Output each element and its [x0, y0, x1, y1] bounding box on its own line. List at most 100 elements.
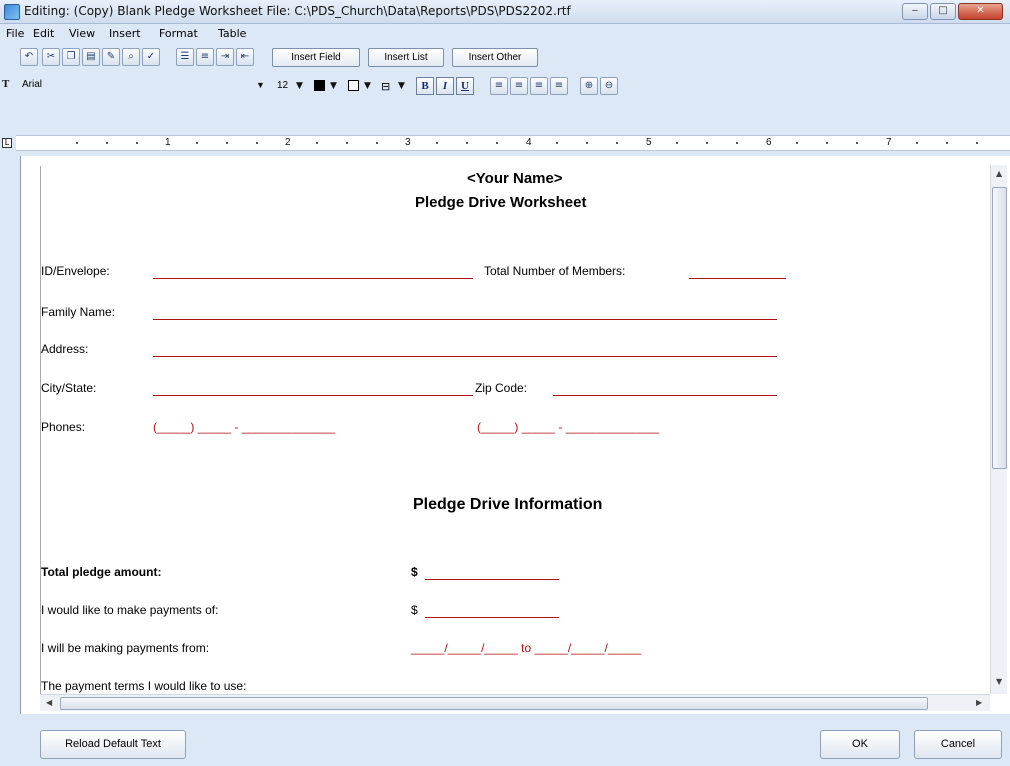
justify-icon[interactable]: ≡ — [550, 77, 568, 95]
numbered-list-icon[interactable]: ≡ — [196, 48, 214, 66]
bullet-list-icon[interactable]: ☰ — [176, 48, 194, 66]
vertical-scroll-thumb[interactable] — [992, 187, 1007, 469]
ruler-num-5: 5 — [646, 137, 652, 148]
close-button[interactable]: ✕ — [958, 3, 1003, 20]
document-page[interactable]: <Your Name> Pledge Drive Worksheet ID/En… — [40, 166, 982, 694]
ruler-tick — [976, 142, 978, 144]
ruler-tick — [106, 142, 108, 144]
cut-icon[interactable]: ✂ — [42, 48, 60, 66]
align-left-icon[interactable]: ≡ — [490, 77, 508, 95]
total-members-label: Total Number of Members: — [484, 264, 626, 278]
insert-other-button[interactable]: Insert Other — [452, 48, 538, 67]
highlight-dropdown-icon[interactable]: ▼ — [364, 81, 371, 91]
ruler-num-1: 1 — [165, 137, 171, 148]
ruler-tick — [436, 142, 438, 144]
ruler-tick — [676, 142, 678, 144]
total-pledge-label: Total pledge amount: — [41, 565, 162, 579]
payments-of-label: I would like to make payments of: — [41, 603, 219, 617]
cancel-button[interactable]: Cancel — [914, 730, 1002, 759]
tab-stop-selector[interactable]: L — [2, 138, 12, 148]
your-name-placeholder: <Your Name> — [467, 170, 563, 187]
undo-icon[interactable]: ↶ — [20, 48, 38, 66]
city-state-label: City/State: — [41, 381, 97, 395]
horizontal-scrollbar[interactable]: ◀ ▶ — [40, 694, 990, 711]
family-name-label: Family Name: — [41, 305, 116, 319]
spellcheck-icon[interactable]: ✓ — [142, 48, 160, 66]
ruler-tick — [76, 142, 78, 144]
zoom-in-icon[interactable]: ⊕ — [580, 77, 598, 95]
align-center-icon[interactable]: ≡ — [510, 77, 528, 95]
menu-table[interactable]: Table — [218, 27, 246, 40]
insert-list-button[interactable]: Insert List — [368, 48, 444, 67]
title-bar: Editing: (Copy) Blank Pledge Worksheet F… — [0, 0, 1010, 24]
payments-of-blank — [425, 608, 559, 618]
bold-button[interactable]: B — [416, 77, 434, 95]
copy-icon[interactable]: ❐ — [62, 48, 80, 66]
scroll-left-icon[interactable]: ◀ — [46, 698, 52, 707]
border-dropdown-icon[interactable]: ▼ — [398, 81, 405, 91]
ruler-tick — [736, 142, 738, 144]
city-state-blank — [153, 386, 473, 396]
font-type-icon: T — [2, 78, 10, 90]
scroll-down-icon[interactable]: ▼ — [996, 677, 1002, 686]
insert-field-button[interactable]: Insert Field — [272, 48, 360, 67]
zoom-out-icon[interactable]: ⊖ — [600, 77, 618, 95]
font-size-value[interactable]: 12 — [277, 80, 288, 91]
address-label: Address: — [41, 342, 89, 356]
format-toolbar: T Arial ▼ 12 ▼ ▼ ▼ ⊟ ▼ B I U ≡ ≡ ≡ ≡ ⊕ ⊖ — [0, 72, 1010, 100]
menu-format[interactable]: Format — [159, 27, 198, 40]
underline-button[interactable]: U — [456, 77, 474, 95]
maximize-button[interactable]: □ — [930, 3, 956, 20]
indent-increase-icon[interactable]: ⇥ — [216, 48, 234, 66]
ruler-tick — [346, 142, 348, 144]
indent-decrease-icon[interactable]: ⇤ — [236, 48, 254, 66]
ruler-tick — [856, 142, 858, 144]
menu-view[interactable]: View — [69, 27, 95, 40]
ruler-tick — [226, 142, 228, 144]
find-replace-icon[interactable]: ⌕ — [122, 48, 140, 66]
format-painter-icon[interactable]: ✎ — [102, 48, 120, 66]
font-select[interactable]: Arial ▼ — [20, 77, 266, 95]
ruler-tick — [796, 142, 798, 144]
ruler[interactable]: 1 2 3 4 5 6 7 — [16, 135, 1010, 151]
ok-button[interactable]: OK — [820, 730, 900, 759]
vertical-scrollbar[interactable]: ▲ ▼ — [990, 165, 1007, 694]
size-dropdown-icon[interactable]: ▼ — [296, 81, 303, 91]
scroll-right-icon[interactable]: ▶ — [976, 698, 982, 707]
text-color-swatch[interactable] — [314, 80, 325, 91]
horizontal-scroll-thumb[interactable] — [60, 697, 928, 710]
ruler-tick — [466, 142, 468, 144]
family-name-blank — [153, 310, 777, 320]
payments-of-dollar: $ — [411, 603, 418, 617]
paste-icon[interactable]: ▤ — [82, 48, 100, 66]
payments-date-range: _____/_____/_____ to _____/_____/_____ — [411, 641, 642, 655]
font-name: Arial — [22, 79, 43, 90]
ruler-num-2: 2 — [285, 137, 291, 148]
ruler-tick — [316, 142, 318, 144]
font-dropdown-icon[interactable]: ▼ — [256, 80, 265, 90]
ruler-num-4: 4 — [526, 137, 532, 148]
ruler-tick — [496, 142, 498, 144]
menu-edit[interactable]: Edit — [33, 27, 54, 40]
ruler-tick — [376, 142, 378, 144]
minimize-button[interactable]: ‒ — [902, 3, 928, 20]
app-icon — [4, 4, 20, 20]
worksheet-title: Pledge Drive Worksheet — [415, 194, 587, 211]
menu-file[interactable]: File — [6, 27, 24, 40]
ruler-tick — [196, 142, 198, 144]
total-members-blank — [689, 269, 786, 279]
phones-label: Phones: — [41, 420, 86, 434]
italic-button[interactable]: I — [436, 77, 454, 95]
highlight-color-swatch[interactable] — [348, 80, 359, 91]
payment-terms-label: The payment terms I would like to use: — [41, 679, 247, 693]
ruler-num-6: 6 — [766, 137, 772, 148]
scroll-up-icon[interactable]: ▲ — [996, 169, 1002, 178]
ruler-tick — [256, 142, 258, 144]
text-color-dropdown-icon[interactable]: ▼ — [330, 81, 337, 91]
reload-default-text-button[interactable]: Reload Default Text — [40, 730, 186, 759]
menu-insert[interactable]: Insert — [109, 27, 141, 40]
align-right-icon[interactable]: ≡ — [530, 77, 548, 95]
border-icon[interactable]: ⊟ — [381, 80, 390, 93]
ruler-tick — [586, 142, 588, 144]
ruler-tick — [616, 142, 618, 144]
